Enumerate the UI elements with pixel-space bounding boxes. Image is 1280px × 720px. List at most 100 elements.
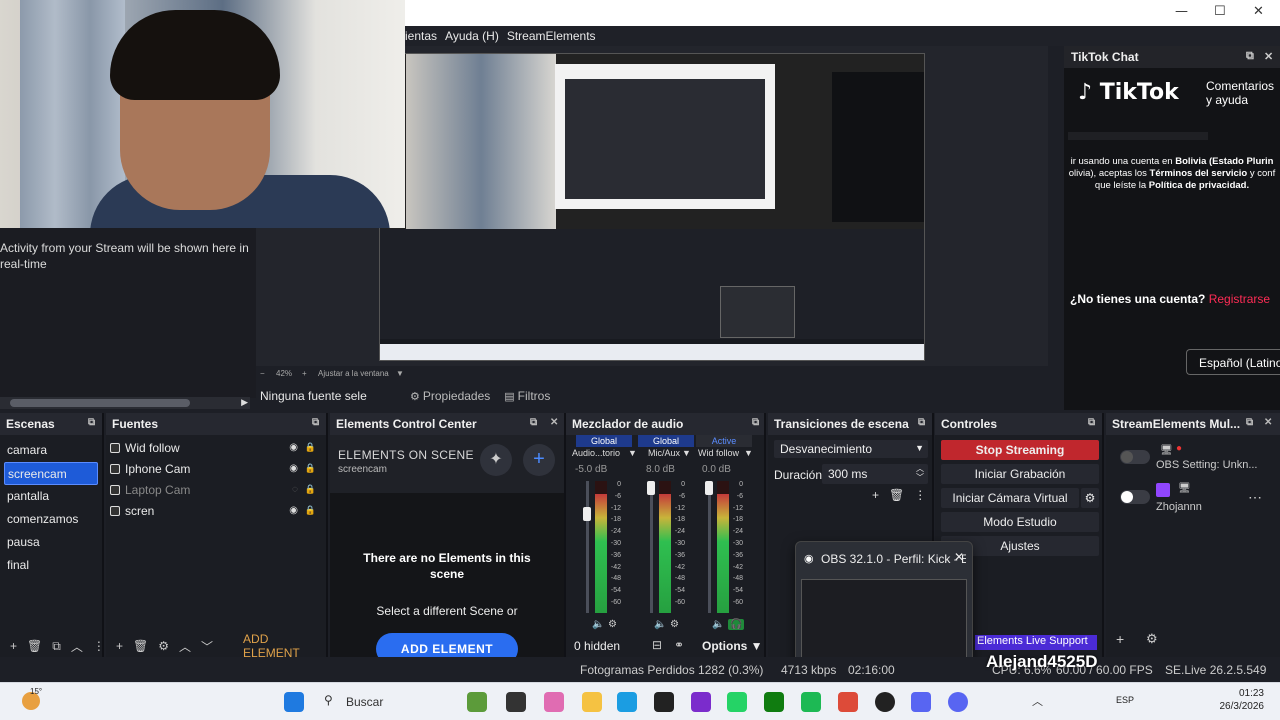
float-icon[interactable]: ⧉: [312, 417, 319, 428]
move-down-icon[interactable]: ﹀: [201, 638, 213, 655]
add-icon[interactable]: +: [10, 639, 17, 653]
volume-slider[interactable]: [583, 481, 591, 613]
gear-icon[interactable]: ⚙: [608, 619, 617, 630]
widget-icon[interactable]: [467, 692, 487, 712]
float-icon[interactable]: ⧉: [88, 417, 95, 428]
source-item[interactable]: Wid follow ◉ 🔒: [106, 437, 326, 458]
filters-button[interactable]: ▤ Filtros: [500, 387, 554, 405]
chatgpt-icon[interactable]: [654, 692, 674, 712]
trash-icon[interactable]: 🗑: [889, 488, 904, 502]
stop-streaming-button[interactable]: Stop Streaming: [941, 440, 1099, 460]
lock-icon[interactable]: 🔒: [305, 463, 316, 474]
xbox-icon[interactable]: [764, 692, 784, 712]
speaker-icon[interactable]: 🔈: [654, 619, 666, 630]
copilot-icon[interactable]: [544, 692, 564, 712]
move-up-icon[interactable]: ︿: [71, 638, 83, 655]
collapse-icon[interactable]: ⊟: [652, 638, 662, 652]
copy-icon[interactable]: ⧉: [52, 639, 61, 654]
close-icon[interactable]: ✕: [550, 417, 558, 428]
headphones-icon[interactable]: 🎧: [728, 619, 745, 630]
gear-icon[interactable]: ⚙: [1081, 488, 1099, 508]
scene-item-selected[interactable]: screencam: [4, 462, 98, 485]
minimize-button[interactable]: —: [1175, 4, 1188, 19]
scene-item[interactable]: camara: [0, 439, 102, 462]
start-icon[interactable]: [284, 692, 304, 712]
horizontal-scrollbar[interactable]: ▶: [0, 397, 250, 409]
lock-icon[interactable]: 🔒: [305, 484, 316, 495]
whatsapp-icon[interactable]: [727, 692, 747, 712]
source-item[interactable]: scren ◉ 🔒: [106, 500, 326, 521]
app-icon[interactable]: [948, 692, 968, 712]
float-icon[interactable]: ⧉: [1246, 50, 1254, 63]
link-icon[interactable]: ⚭: [674, 638, 684, 652]
float-icon[interactable]: ⧉: [1088, 417, 1095, 428]
spotify-icon[interactable]: [801, 692, 821, 712]
close-icon[interactable]: ✕: [954, 550, 964, 564]
taskbar-preview-popup[interactable]: ◉ OBS 32.1.0 - Perfil: Kick - E... ✕: [795, 541, 973, 667]
chevron-up-icon[interactable]: ︿: [1032, 693, 1043, 709]
close-button[interactable]: ✕: [1253, 4, 1264, 19]
more-icon[interactable]: ⋮: [93, 639, 105, 653]
add-icon[interactable]: +: [872, 488, 879, 502]
signup-link[interactable]: Registrarse: [1209, 292, 1270, 306]
float-icon[interactable]: ⧉: [530, 417, 537, 428]
add-icon[interactable]: +: [1116, 631, 1124, 647]
window-thumbnail[interactable]: [801, 579, 967, 661]
scene-item[interactable]: pausa: [0, 531, 102, 554]
scene-item[interactable]: comenzamos: [0, 508, 102, 531]
eye-icon[interactable]: ◉: [289, 442, 298, 453]
chrome-icon[interactable]: [838, 692, 858, 712]
float-icon[interactable]: ⧉: [1246, 417, 1253, 428]
close-icon[interactable]: ✕: [1264, 417, 1272, 428]
clock[interactable]: 01:23 26/3/2026: [1220, 687, 1265, 713]
lock-icon[interactable]: 🔒: [305, 442, 316, 453]
float-icon[interactable]: ⧉: [752, 417, 759, 428]
output-toggle[interactable]: [1120, 450, 1150, 464]
magic-icon[interactable]: ✦: [480, 444, 512, 476]
move-up-icon[interactable]: ︿: [179, 638, 191, 655]
volume-slider[interactable]: [647, 481, 655, 613]
add-element-link[interactable]: ADD ELEMENT: [243, 632, 326, 660]
duration-input[interactable]: 300 ms ︿ ﹀: [822, 464, 928, 484]
transition-select[interactable]: Desvanecimiento ▼: [774, 440, 928, 458]
speaker-icon[interactable]: 🔈: [592, 619, 604, 630]
scene-item[interactable]: final: [0, 554, 102, 577]
taskbar-search[interactable]: Buscar: [316, 689, 456, 715]
eye-icon[interactable]: ◉: [289, 463, 298, 474]
gear-icon[interactable]: ⚙: [1146, 631, 1158, 647]
source-item[interactable]: Iphone Cam ◉ 🔒: [106, 458, 326, 479]
more-icon[interactable]: ⋯: [1248, 489, 1262, 506]
obs-icon[interactable]: [875, 692, 895, 712]
eye-hidden-icon[interactable]: ◌: [292, 484, 298, 495]
start-recording-button[interactable]: Iniciar Grabación: [941, 464, 1099, 484]
gear-icon[interactable]: ⚙: [158, 639, 169, 653]
zoom-in-icon[interactable]: +: [302, 369, 307, 378]
stream-preview[interactable]: [379, 53, 925, 361]
chevron-down-icon[interactable]: ▼: [744, 448, 753, 458]
chevron-down-icon[interactable]: ▼: [396, 369, 404, 378]
fit-window-label[interactable]: Ajustar a la ventana: [318, 369, 389, 378]
discord-icon[interactable]: [911, 692, 931, 712]
add-icon[interactable]: +: [523, 444, 555, 476]
volume-slider[interactable]: [705, 481, 713, 613]
trash-icon[interactable]: 🗑: [133, 639, 148, 653]
float-icon[interactable]: ⧉: [918, 417, 925, 428]
input-language[interactable]: ESP: [1116, 695, 1134, 705]
live-support-banner[interactable]: Elements Live Support: [975, 635, 1097, 650]
zoom-out-icon[interactable]: −: [260, 369, 265, 378]
add-icon[interactable]: +: [116, 639, 123, 653]
eye-icon[interactable]: ◉: [289, 505, 298, 516]
studio-mode-button[interactable]: Modo Estudio: [941, 512, 1099, 532]
folder-icon[interactable]: [582, 692, 602, 712]
output-toggle[interactable]: [1120, 490, 1150, 504]
gear-icon[interactable]: ⚙: [670, 619, 679, 630]
app-icon[interactable]: [691, 692, 711, 712]
chevron-down-icon[interactable]: ▼: [682, 448, 691, 458]
terminal-icon[interactable]: [506, 692, 526, 712]
more-icon[interactable]: ⋮: [914, 488, 926, 502]
hidden-count[interactable]: 0 hidden: [574, 639, 620, 653]
maximize-button[interactable]: ☐: [1214, 4, 1226, 19]
trash-icon[interactable]: 🗑: [27, 639, 42, 653]
chevron-down-icon[interactable]: ▼: [628, 448, 637, 458]
properties-button[interactable]: ⚙ Propiedades: [406, 387, 494, 405]
